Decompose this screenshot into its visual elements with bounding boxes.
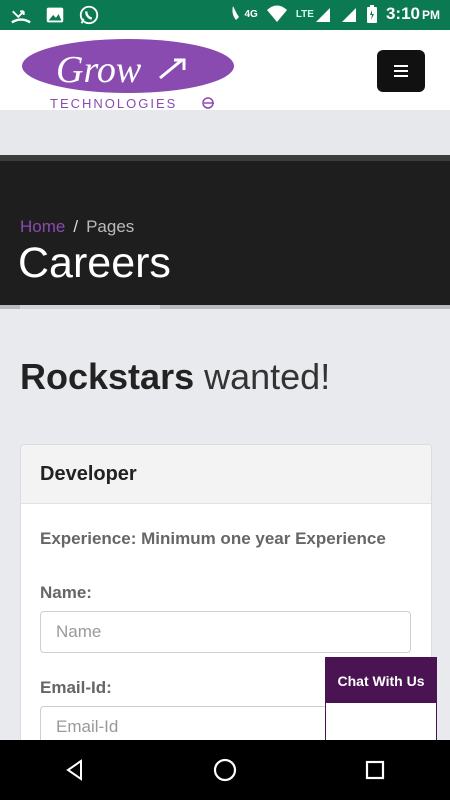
email-label: Email-Id: <box>40 678 112 697</box>
home-button[interactable] <box>195 745 255 795</box>
svg-text:Grow: Grow <box>56 49 142 91</box>
breadcrumb: Home / Pages <box>20 217 134 237</box>
signal-icon-2 <box>341 8 356 22</box>
back-icon <box>66 759 82 781</box>
breadcrumb-separator: / <box>73 217 79 236</box>
breadcrumb-home-link[interactable]: Home <box>20 217 65 236</box>
header-spacer <box>0 110 450 155</box>
missed-call-icon <box>11 10 31 24</box>
page-hero: Home / Pages Careers <box>0 155 450 305</box>
signal-icon <box>315 8 330 22</box>
recents-button[interactable] <box>345 745 405 795</box>
grow-technologies-logo[interactable]: Grow TECHNOLOGIES <box>22 38 235 110</box>
section-title-bold: Rockstars <box>20 356 195 397</box>
wifi-icon <box>266 5 287 22</box>
hamburger-menu-button[interactable] <box>377 50 425 92</box>
section-title-light: wanted! <box>204 356 331 397</box>
status-bar: 4G LTE 3:10 PM <box>0 0 450 30</box>
site-header: Grow TECHNOLOGIES <box>0 30 450 110</box>
home-icon <box>213 758 237 782</box>
svg-text:TECHNOLOGIES: TECHNOLOGIES <box>50 96 177 110</box>
network-lte-label: LTE <box>295 8 314 20</box>
network-4g-label: 4G <box>244 8 258 20</box>
system-nav-bar <box>0 740 450 800</box>
page-title: Careers <box>18 239 171 287</box>
hero-divider <box>0 305 450 309</box>
name-label: Name: <box>40 583 92 602</box>
experience-text: Experience: Minimum one year Experience <box>40 529 386 548</box>
whatsapp-icon <box>79 5 99 25</box>
image-icon <box>46 7 64 23</box>
menu-icon <box>394 70 408 72</box>
job-title[interactable]: Developer <box>21 445 431 504</box>
back-button[interactable] <box>45 745 105 795</box>
name-input[interactable] <box>40 611 411 653</box>
phone-signal-icon: 4G <box>230 4 258 24</box>
breadcrumb-current: Pages <box>86 217 135 236</box>
battery-icon <box>366 5 377 23</box>
chat-with-us-button[interactable]: Chat With Us <box>326 658 436 703</box>
clock: 3:10 PM <box>385 4 440 23</box>
section-title: Rockstars wanted! <box>20 356 330 398</box>
recents-icon <box>365 760 385 780</box>
